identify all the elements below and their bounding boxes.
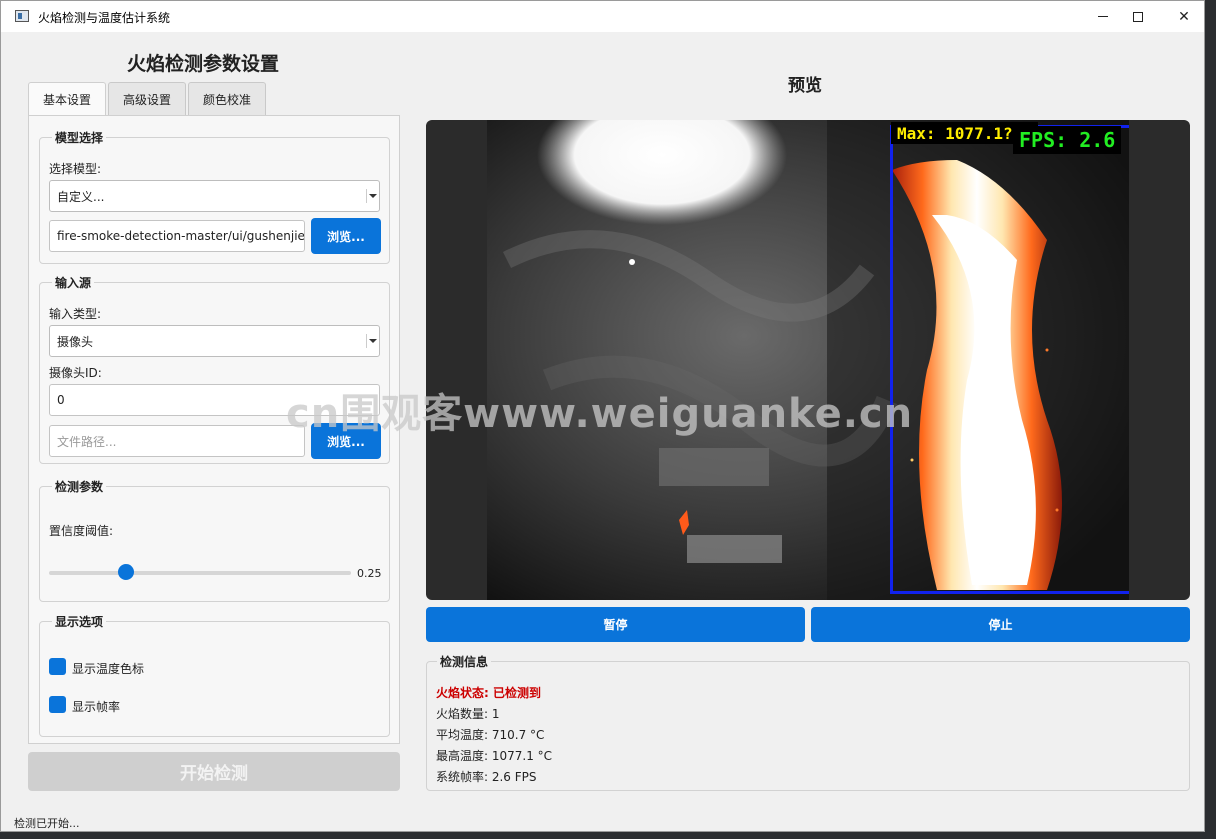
show-fps-label: 显示帧率 [72, 700, 121, 714]
max-temp-text: 最高温度: 1077.1 °C [436, 749, 553, 763]
chevron-down-icon [366, 189, 377, 203]
stop-button[interactable]: 停止 [811, 607, 1190, 642]
ide-side-strip [1205, 0, 1216, 839]
tab-basic[interactable]: 基本设置 [28, 82, 107, 115]
show-colorbar-checkbox[interactable] [49, 658, 66, 675]
confidence-label: 置信度阈值: [49, 524, 114, 538]
status-bar-text: 检测已开始... [14, 817, 80, 830]
detect-params-group: 检测参数 置信度阈值: 0.25 [39, 478, 390, 602]
show-fps-checkbox[interactable] [49, 696, 66, 713]
maximize-icon [1133, 11, 1143, 22]
detection-info-group: 检测信息 火焰状态: 已检测到 火焰数量: 1 平均温度: 710.7 °C 最… [426, 653, 1190, 791]
ide-bottom-strip [0, 832, 1205, 839]
model-browse-button[interactable]: 浏览... [311, 218, 381, 254]
system-fps-text: 系统帧率: 2.6 FPS [436, 770, 537, 784]
detect-params-group-title: 检测参数 [52, 478, 107, 495]
watermark: cn围观客www.weiguanke.cn [286, 391, 914, 437]
pause-button[interactable]: 暂停 [426, 607, 805, 642]
file-path-input[interactable]: 文件路径... [49, 425, 305, 457]
camera-id-label: 摄像头ID: [49, 366, 102, 380]
minimize-icon [1098, 16, 1108, 17]
model-path-input[interactable]: fire-smoke-detection-master/ui/gushenjie… [49, 220, 305, 252]
input-type-label: 输入类型: [49, 307, 102, 321]
model-group-title: 模型选择 [52, 129, 107, 146]
flame-count-text: 火焰数量: 1 [436, 707, 500, 721]
start-detection-button[interactable]: 开始检测 [28, 752, 400, 791]
show-colorbar-label: 显示温度色标 [72, 662, 145, 676]
flame-state-text: 火焰状态: 已检测到 [436, 686, 541, 700]
preview-area: Max: 1077.1??C FPS: 2.6 [426, 120, 1190, 600]
tab-color-calibration[interactable]: 颜色校准 [188, 82, 267, 115]
model-select-value: 自定义... [57, 189, 105, 204]
preview-title: 预览 [788, 76, 822, 96]
close-button[interactable]: ✕ [1161, 1, 1207, 32]
display-options-group: 显示选项 显示温度色标 显示帧率 [39, 613, 390, 737]
detection-info-title: 检测信息 [437, 653, 492, 670]
settings-panel-title: 火焰检测参数设置 [127, 53, 280, 75]
confidence-slider-handle[interactable] [117, 564, 134, 580]
close-icon: ✕ [1178, 8, 1190, 25]
model-group: 模型选择 选择模型: 自定义... fire-smoke-detection-m… [39, 129, 390, 264]
input-type-value: 摄像头 [57, 334, 94, 349]
tab-advanced[interactable]: 高级设置 [108, 82, 187, 115]
model-select[interactable]: 自定义... [49, 180, 380, 212]
window-title: 火焰检测与温度估计系统 [38, 11, 171, 25]
camera-frame: Max: 1077.1??C FPS: 2.6 [487, 120, 1129, 600]
avg-temp-text: 平均温度: 710.7 °C [436, 728, 545, 742]
confidence-value: 0.25 [357, 567, 382, 580]
display-options-group-title: 显示选项 [52, 613, 107, 630]
input-type-select[interactable]: 摄像头 [49, 325, 380, 357]
confidence-slider-track[interactable] [49, 571, 351, 575]
maximize-button[interactable] [1115, 1, 1161, 32]
model-select-label: 选择模型: [49, 162, 102, 176]
flame-bounding-box [890, 125, 1129, 594]
input-source-group-title: 输入源 [52, 274, 95, 291]
fps-overlay: FPS: 2.6 [1013, 126, 1122, 154]
chevron-down-icon [366, 334, 377, 348]
app-window: 火焰检测与温度估计系统 ✕ 火焰检测参数设置 基本设置 高级设置 颜色校准 模型… [0, 0, 1205, 832]
settings-tabs: 基本设置 高级设置 颜色校准 [28, 82, 268, 115]
app-icon [15, 10, 29, 22]
title-bar: 火焰检测与温度估计系统 ✕ [1, 1, 1204, 32]
